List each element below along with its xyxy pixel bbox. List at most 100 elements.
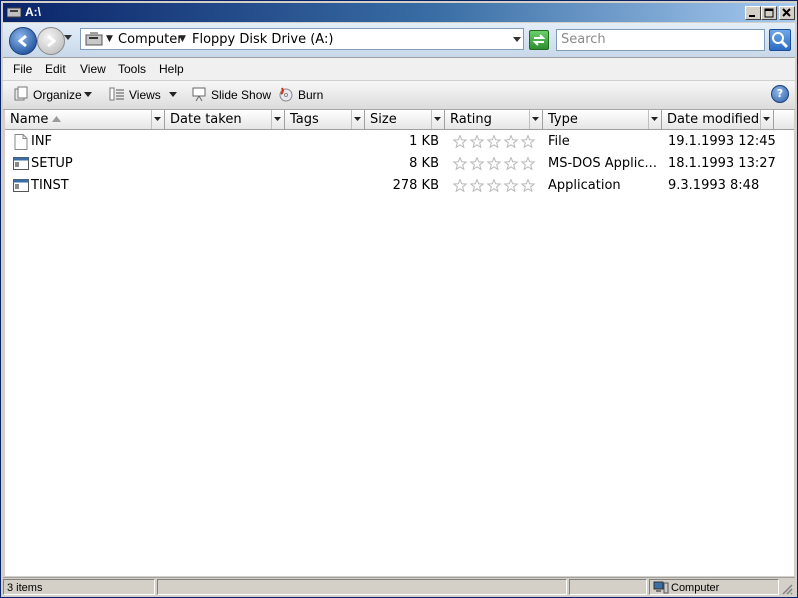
star-icon[interactable] — [503, 178, 519, 193]
file-date-modified: 9.3.1993 8:48 — [668, 178, 760, 193]
floppy-drive-icon — [85, 32, 103, 46]
column-filter-dropdown[interactable] — [529, 110, 542, 129]
breadcrumb-separator-icon[interactable]: ▼ — [179, 34, 186, 44]
rating-stars[interactable] — [452, 178, 537, 196]
status-panel — [569, 579, 647, 595]
minimize-icon — [749, 15, 755, 17]
organize-label: Organize — [33, 88, 82, 102]
file-row[interactable]: SETUP 8 KB MS-DOS Applic... 18.1.1993 13… — [5, 153, 794, 175]
menu-tools[interactable]: Tools — [118, 62, 146, 76]
minimize-button[interactable] — [745, 6, 761, 20]
chevron-down-icon — [763, 117, 770, 121]
burn-disc-icon — [279, 87, 293, 102]
address-bar[interactable]: ▼ Computer ▼ Floppy Disk Drive (A:) — [80, 28, 524, 50]
star-icon[interactable] — [520, 178, 536, 193]
star-icon[interactable] — [486, 156, 502, 171]
slideshow-button[interactable]: Slide Show — [191, 86, 271, 104]
star-icon[interactable] — [486, 178, 502, 193]
column-header-filler — [774, 110, 794, 130]
column-header-name[interactable]: Name — [5, 110, 165, 130]
maximize-icon — [764, 8, 774, 18]
file-name: INF — [31, 134, 53, 149]
status-panel — [157, 579, 567, 595]
star-icon[interactable] — [452, 134, 468, 149]
breadcrumb-computer[interactable]: Computer — [118, 32, 183, 47]
star-icon[interactable] — [469, 178, 485, 193]
column-filter-dropdown[interactable] — [648, 110, 661, 129]
resize-grip-icon[interactable] — [781, 583, 793, 595]
menu-help[interactable]: Help — [159, 62, 184, 76]
recent-pages-dropdown-icon[interactable] — [64, 35, 72, 41]
star-icon[interactable] — [469, 156, 485, 171]
forward-button[interactable] — [37, 27, 65, 55]
column-filter-dropdown[interactable] — [760, 110, 773, 129]
star-icon[interactable] — [486, 134, 502, 149]
column-header-date-taken[interactable]: Date taken — [165, 110, 285, 130]
column-filter-dropdown[interactable] — [271, 110, 284, 129]
column-header-type[interactable]: Type — [543, 110, 662, 130]
column-filter-dropdown[interactable] — [431, 110, 444, 129]
star-icon[interactable] — [469, 134, 485, 149]
chevron-down-icon — [154, 117, 161, 121]
file-date-modified: 18.1.1993 13:27 — [668, 156, 776, 171]
window-title: A:\ — [25, 5, 41, 19]
file-row[interactable]: TINST 278 KB Application 9.3.1993 8:48 — [5, 175, 794, 197]
refresh-icon — [532, 34, 546, 46]
slideshow-label: Slide Show — [211, 88, 272, 102]
menu-edit[interactable]: Edit — [45, 62, 66, 76]
search-icon — [772, 32, 789, 49]
column-header-tags[interactable]: Tags — [285, 110, 365, 130]
close-button[interactable] — [779, 6, 795, 20]
location-label: Computer — [671, 582, 720, 594]
views-label: Views — [129, 88, 161, 102]
chevron-down-icon — [274, 117, 281, 121]
rating-stars[interactable] — [452, 134, 537, 152]
column-header-size[interactable]: Size — [365, 110, 445, 130]
star-icon[interactable] — [503, 134, 519, 149]
column-filter-dropdown[interactable] — [351, 110, 364, 129]
file-name: TINST — [31, 178, 69, 193]
maximize-button[interactable] — [761, 6, 777, 20]
file-icon — [14, 134, 28, 150]
file-type: MS-DOS Applic... — [548, 156, 657, 171]
chevron-down-icon — [651, 117, 658, 121]
organize-button[interactable]: Organize — [13, 86, 95, 104]
breadcrumb-separator-icon[interactable]: ▼ — [106, 34, 113, 44]
address-row: ▼ Computer ▼ Floppy Disk Drive (A:) Sear… — [3, 23, 795, 58]
help-button[interactable]: ? — [771, 85, 789, 103]
help-icon: ? — [776, 87, 784, 100]
star-icon[interactable] — [520, 156, 536, 171]
column-filter-dropdown[interactable] — [151, 110, 164, 129]
title-bar[interactable]: A:\ — [3, 3, 795, 22]
star-icon[interactable] — [520, 134, 536, 149]
star-icon[interactable] — [452, 156, 468, 171]
star-icon[interactable] — [452, 178, 468, 193]
file-row[interactable]: INF 1 KB File 19.1.1993 12:45 — [5, 131, 794, 153]
column-header-date-modified[interactable]: Date modified — [662, 110, 774, 130]
column-header-rating[interactable]: Rating — [445, 110, 543, 130]
back-button[interactable] — [9, 27, 37, 55]
search-button[interactable] — [769, 29, 791, 51]
menu-view[interactable]: View — [80, 62, 106, 76]
refresh-button[interactable] — [529, 30, 549, 50]
burn-label: Burn — [298, 88, 324, 102]
file-type: Application — [548, 178, 621, 193]
chevron-down-icon — [169, 92, 177, 97]
star-icon[interactable] — [503, 156, 519, 171]
application-icon — [13, 157, 29, 170]
organize-icon — [14, 86, 28, 101]
search-input[interactable]: Search — [556, 29, 765, 51]
menu-file[interactable]: File — [13, 62, 32, 76]
burn-button[interactable]: Burn — [278, 86, 328, 104]
slideshow-icon — [192, 87, 206, 102]
file-size: 1 KB — [409, 134, 439, 149]
file-size: 8 KB — [409, 156, 439, 171]
chevron-down-icon — [354, 117, 361, 121]
views-button[interactable]: Views — [109, 86, 181, 104]
address-dropdown-icon[interactable] — [513, 37, 521, 43]
forward-arrow-icon — [47, 34, 57, 48]
item-count: 3 items — [7, 582, 43, 594]
views-icon — [109, 87, 124, 101]
breadcrumb-floppy-drive[interactable]: Floppy Disk Drive (A:) — [192, 32, 333, 47]
rating-stars[interactable] — [452, 156, 537, 174]
